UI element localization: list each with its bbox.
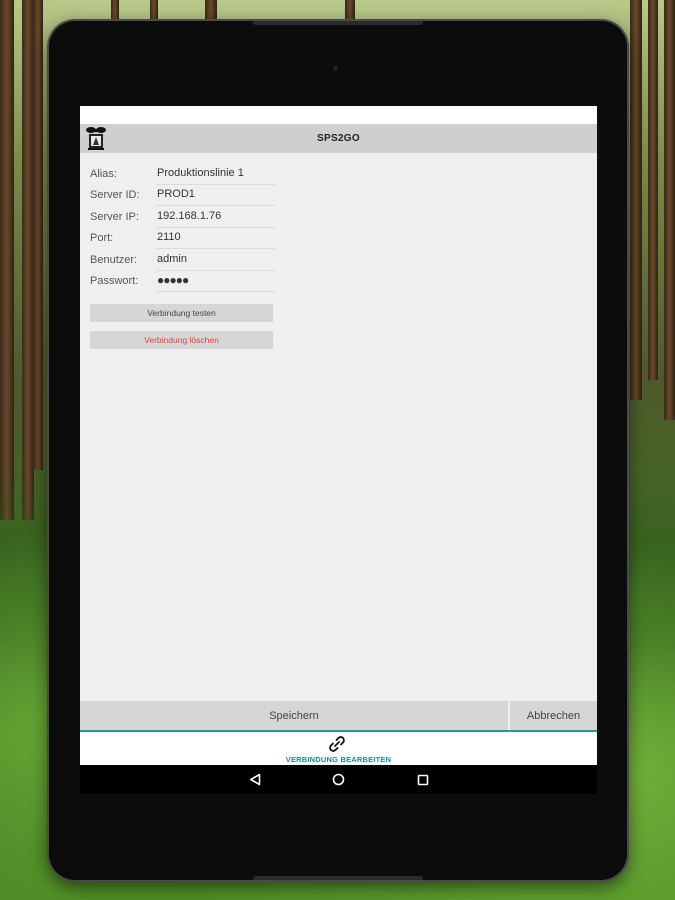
back-triangle-icon xyxy=(249,773,260,786)
bottom-tab-bar: VERBINDUNG BEARBEITEN xyxy=(80,730,597,767)
app-logo-icon xyxy=(86,127,106,150)
tab-edit-connection-label: VERBINDUNG BEARBEITEN xyxy=(285,755,392,764)
app-bar: SPS2GO xyxy=(80,124,597,153)
user-row: Benutzer: admin xyxy=(90,249,275,271)
tablet-frame: SPS2GO Alias: Produktionslinie 1 Server … xyxy=(49,21,627,880)
tablet-top-edge xyxy=(253,21,423,25)
link-icon xyxy=(329,736,345,752)
server-ip-row: Server IP: 192.168.1.76 xyxy=(90,206,275,228)
android-nav-bar xyxy=(80,765,597,794)
front-camera xyxy=(333,66,338,71)
nav-home-button[interactable] xyxy=(331,772,347,788)
tablet-bottom-edge xyxy=(253,876,423,880)
server-id-field[interactable]: PROD1 xyxy=(156,186,275,206)
port-row: Port: 2110 xyxy=(90,228,275,249)
user-field[interactable]: admin xyxy=(156,251,275,271)
server-id-row: Server ID: PROD1 xyxy=(90,185,275,206)
alias-label: Alias: xyxy=(90,167,117,180)
port-label: Port: xyxy=(90,232,114,244)
device-screen: SPS2GO Alias: Produktionslinie 1 Server … xyxy=(80,106,597,794)
password-field[interactable]: ●●●●● xyxy=(156,272,275,292)
save-button[interactable]: Speichern xyxy=(80,701,508,730)
password-label: Passwort: xyxy=(90,275,139,287)
status-bar xyxy=(80,106,597,124)
alias-row: Alias: Produktionslinie 1 xyxy=(90,163,275,185)
user-label: Benutzer: xyxy=(90,253,138,266)
connection-form: Alias: Produktionslinie 1 Server ID: PRO… xyxy=(90,163,275,292)
port-field[interactable]: 2110 xyxy=(156,229,275,249)
nav-back-button[interactable] xyxy=(247,772,263,788)
server-ip-field[interactable]: 192.168.1.76 xyxy=(156,208,275,228)
app-title: SPS2GO xyxy=(317,133,360,144)
server-ip-label: Server IP: xyxy=(90,210,139,223)
delete-connection-button[interactable]: Verbindung löschen xyxy=(90,331,273,349)
home-circle-icon xyxy=(332,773,345,786)
server-id-label: Server ID: xyxy=(90,189,140,201)
action-bar: Speichern Abbrechen xyxy=(80,701,597,730)
password-row: Passwort: ●●●●● xyxy=(90,271,275,292)
alias-field[interactable]: Produktionslinie 1 xyxy=(156,165,275,185)
cancel-button[interactable]: Abbrechen xyxy=(510,701,597,730)
nav-recents-button[interactable] xyxy=(415,772,431,788)
recents-square-icon xyxy=(417,774,428,785)
test-connection-button[interactable]: Verbindung testen xyxy=(90,304,273,322)
